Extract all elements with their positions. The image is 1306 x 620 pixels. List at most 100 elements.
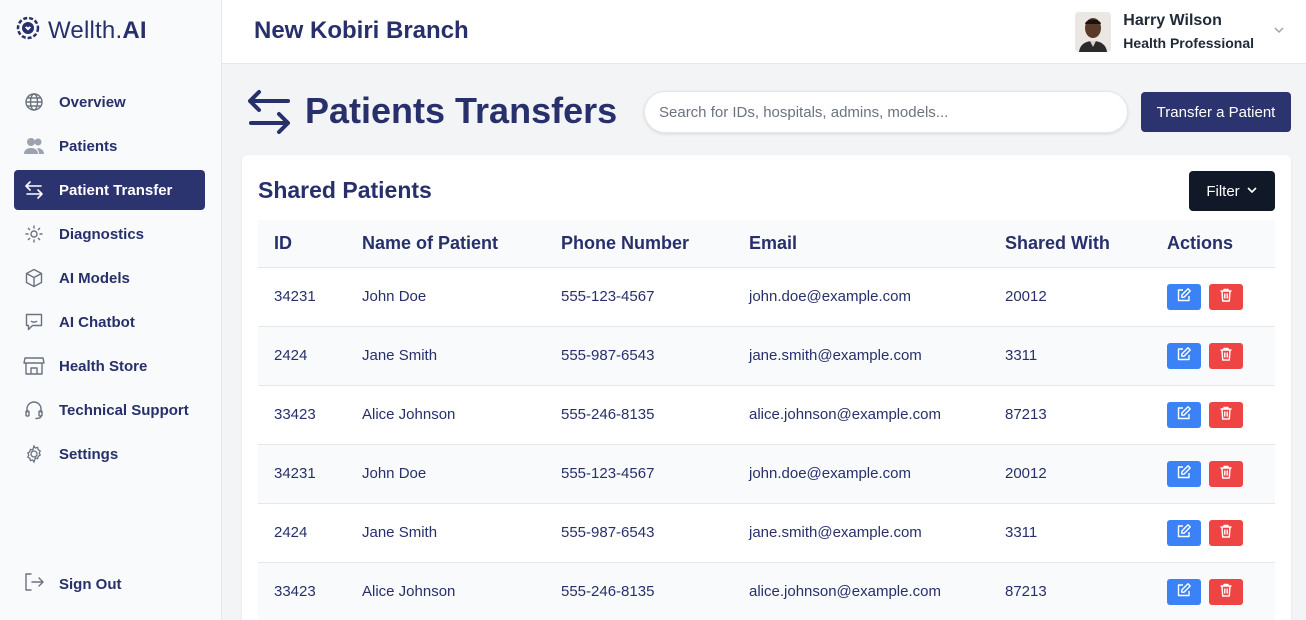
sidebar-item-patients[interactable]: Patients (14, 126, 205, 166)
table-row: 2424 Jane Smith 555-987-6543 jane.smith@… (258, 326, 1275, 385)
card-title: Shared Patients (258, 177, 432, 203)
sidebar-item-label: AI Chatbot (59, 313, 135, 331)
sidebar: Wellth.AI Overview Patients Patient Tran… (0, 0, 222, 620)
search-input[interactable] (644, 91, 1128, 133)
sidebar-nav: Overview Patients Patient Transfer Diagn… (14, 82, 205, 478)
logo-icon (14, 14, 42, 47)
chat-icon (23, 311, 45, 333)
sidebar-item-label: AI Models (59, 269, 130, 287)
sign-out-button[interactable]: Sign Out (14, 564, 205, 604)
delete-button[interactable] (1209, 342, 1243, 369)
table-header-row: ID Name of Patient Phone Number Email Sh… (258, 220, 1275, 268)
column-header: Email (733, 220, 989, 268)
shared-patients-table: ID Name of Patient Phone Number Email Sh… (258, 220, 1275, 620)
edit-icon (1176, 464, 1192, 483)
delete-button[interactable] (1209, 519, 1243, 546)
settings-icon (23, 443, 45, 465)
cell-phone: 555-123-4567 (561, 288, 655, 305)
sidebar-item-label: Health Store (59, 357, 148, 375)
cell-phone: 555-987-6543 (561, 347, 655, 364)
cell-id: 33423 (274, 406, 316, 423)
sidebar-item-health-store[interactable]: Health Store (14, 346, 205, 386)
shared-patients-card: Shared Patients Filter ID Name of Patien… (242, 155, 1291, 620)
column-header: Name of Patient (346, 220, 545, 268)
users-icon (23, 135, 45, 157)
user-info: Harry Wilson Health Professional (1123, 10, 1254, 54)
sidebar-item-label: Technical Support (59, 401, 189, 419)
column-header: Shared With (989, 220, 1151, 268)
chevron-down-icon[interactable] (1272, 23, 1286, 42)
sign-out-icon (23, 572, 45, 597)
column-header: ID (258, 220, 346, 268)
trash-icon (1218, 523, 1234, 542)
cell-email: john.doe@example.com (749, 288, 911, 305)
transfer-icon (246, 88, 292, 141)
table-row: 34231 John Doe 555-123-4567 john.doe@exa… (258, 267, 1275, 326)
sidebar-item-label: Overview (59, 93, 126, 111)
store-icon (23, 355, 45, 377)
sidebar-item-ai-models[interactable]: AI Models (14, 258, 205, 298)
brand-logo[interactable]: Wellth.AI (14, 14, 147, 47)
cell-actions (1151, 562, 1275, 620)
edit-icon (1176, 582, 1192, 601)
edit-button[interactable] (1167, 401, 1201, 428)
edit-button[interactable] (1167, 283, 1201, 310)
cell-phone: 555-123-4567 (561, 465, 655, 482)
sign-out-label: Sign Out (59, 575, 122, 593)
cell-name: Alice Johnson (362, 583, 456, 600)
cell-shared-with: 20012 (1005, 288, 1047, 305)
sidebar-item-overview[interactable]: Overview (14, 82, 205, 122)
edit-icon (1176, 287, 1192, 306)
cell-name: Jane Smith (362, 524, 438, 541)
cell-shared-with: 3311 (1005, 524, 1038, 541)
cell-id: 34231 (274, 288, 316, 305)
table-row: 33423 Alice Johnson 555-246-8135 alice.j… (258, 385, 1275, 444)
column-header: Phone Number (545, 220, 733, 268)
trash-icon (1218, 346, 1234, 365)
edit-icon (1176, 346, 1192, 365)
edit-button[interactable] (1167, 460, 1201, 487)
brand-name-suffix: AI (122, 16, 147, 44)
delete-button[interactable] (1209, 401, 1243, 428)
brand-name-prefix: Wellth. (48, 16, 123, 44)
user-role: Health Professional (1123, 35, 1254, 51)
edit-button[interactable] (1167, 578, 1201, 605)
transfer-icon (23, 179, 45, 201)
cell-phone: 555-246-8135 (561, 406, 655, 423)
sidebar-item-ai-chatbot[interactable]: AI Chatbot (14, 302, 205, 342)
cube-icon (23, 267, 45, 289)
edit-button[interactable] (1167, 342, 1201, 369)
avatar (1075, 12, 1112, 52)
sidebar-item-patient-transfer[interactable]: Patient Transfer (14, 170, 205, 210)
trash-icon (1218, 464, 1234, 483)
cell-name: John Doe (362, 465, 427, 482)
cell-name: Jane Smith (362, 347, 438, 364)
globe-icon (23, 91, 45, 113)
cell-id: 2424 (274, 347, 308, 364)
user-menu[interactable]: Harry Wilson Health Professional (1075, 10, 1286, 54)
cell-email: alice.johnson@example.com (749, 406, 941, 423)
transfer-patient-button[interactable]: Transfer a Patient (1141, 92, 1291, 132)
cell-phone: 555-987-6543 (561, 524, 655, 541)
cell-shared-with: 20012 (1005, 465, 1047, 482)
top-header: New Kobiri Branch Harry Wilson Health Pr… (222, 0, 1306, 64)
cell-shared-with: 87213 (1005, 583, 1047, 600)
sidebar-item-diagnostics[interactable]: Diagnostics (14, 214, 205, 254)
sidebar-item-settings[interactable]: Settings (14, 434, 205, 474)
cell-id: 2424 (274, 524, 308, 541)
gear-dots-icon (23, 223, 45, 245)
app: Wellth.AI Overview Patients Patient Tran… (0, 0, 1306, 620)
sidebar-item-label: Patients (59, 137, 118, 155)
edit-button[interactable] (1167, 519, 1201, 546)
delete-button[interactable] (1209, 460, 1243, 487)
sidebar-item-technical-support[interactable]: Technical Support (14, 390, 205, 430)
sidebar-item-label: Patient Transfer (59, 181, 173, 199)
cell-email: john.doe@example.com (749, 465, 911, 482)
sidebar-item-label: Settings (59, 445, 119, 463)
delete-button[interactable] (1209, 578, 1243, 605)
cell-name: Alice Johnson (362, 406, 456, 423)
delete-button[interactable] (1209, 283, 1243, 310)
filter-label: Filter (1206, 182, 1240, 200)
trash-icon (1218, 287, 1234, 306)
filter-button[interactable]: Filter (1189, 171, 1275, 211)
